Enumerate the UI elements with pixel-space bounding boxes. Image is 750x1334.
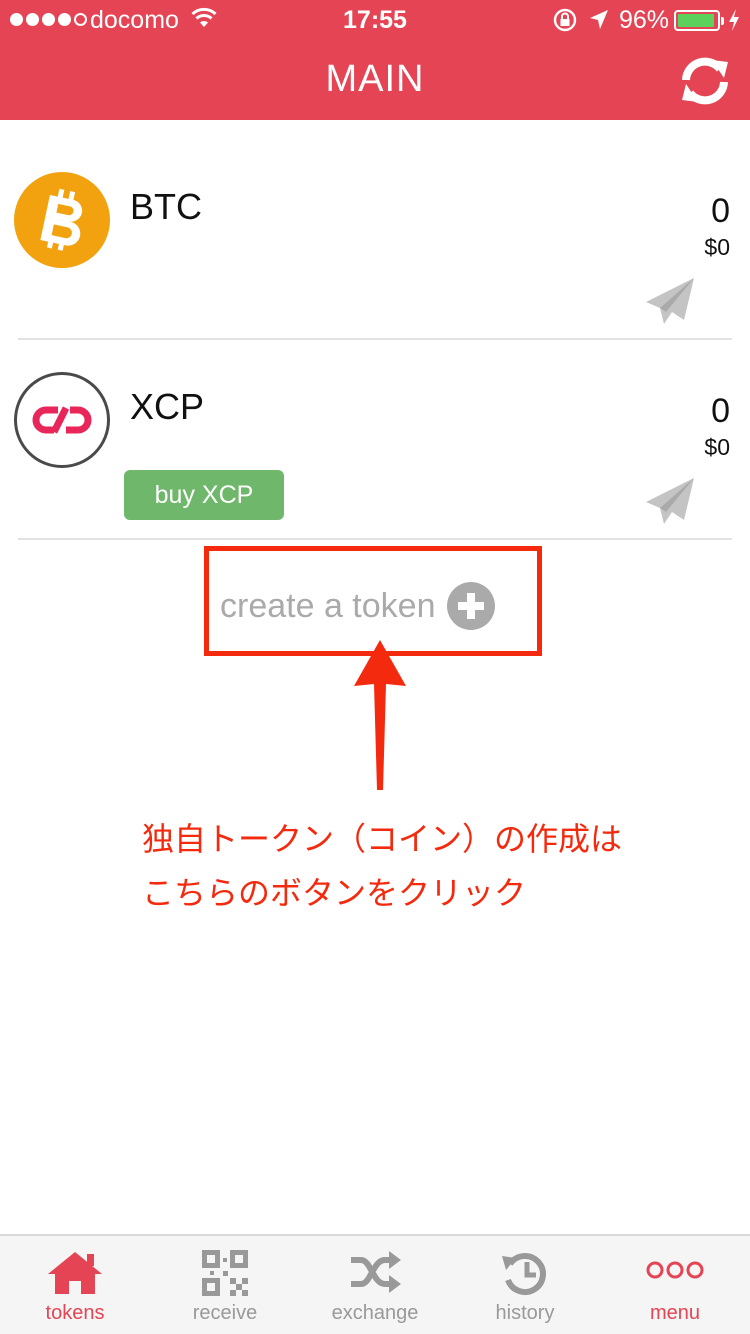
token-balance: 0 (711, 392, 730, 430)
annotation-arrow (354, 640, 406, 790)
shuffle-icon (351, 1251, 401, 1293)
send-icon[interactable] (644, 476, 696, 528)
page-title: MAIN (325, 58, 425, 100)
tab-exchange[interactable]: exchange (300, 1236, 450, 1334)
tab-label: receive (192, 1302, 258, 1324)
tab-tokens[interactable]: tokens (0, 1236, 150, 1334)
token-usd-value: $0 (704, 234, 730, 260)
location-arrow-icon (590, 10, 608, 29)
qr-code-icon (202, 1250, 248, 1296)
counterparty-icon (14, 372, 110, 468)
annotation-line-1: 独自トークン（コイン）の作成は (142, 821, 623, 857)
status-bar: docomo 17:55 96% (0, 0, 750, 40)
tab-label: menu (649, 1302, 701, 1324)
token-row-xcp[interactable]: XCP 0 $0 buy XCP (0, 340, 750, 540)
more-icon (646, 1261, 704, 1279)
home-icon (48, 1252, 102, 1294)
bitcoin-icon (14, 172, 110, 268)
tab-label: exchange (331, 1302, 419, 1324)
token-balance: 0 (711, 192, 730, 230)
tab-receive[interactable]: receive (150, 1236, 300, 1334)
tab-history[interactable]: history (450, 1236, 600, 1334)
history-icon (502, 1253, 546, 1295)
tab-label: history (495, 1302, 555, 1324)
battery-percent: 96% (619, 6, 670, 34)
send-icon[interactable] (644, 276, 696, 328)
annotation-line-2: こちらのボタンをクリック (142, 875, 527, 911)
app-header: docomo 17:55 96% MAIN (0, 0, 750, 120)
annotation-text: 独自トークン（コイン）の作成は こちらのボタンをクリック (142, 812, 662, 920)
buy-xcp-button[interactable]: buy XCP (124, 470, 284, 520)
tab-bar: tokens receive exchange history menu (0, 1234, 750, 1334)
token-usd-value: $0 (704, 434, 730, 460)
token-name: XCP (130, 386, 205, 427)
token-name: BTC (130, 186, 202, 227)
charging-bolt-icon (729, 9, 739, 31)
row-divider (18, 538, 732, 540)
rotation-lock-icon (553, 8, 577, 32)
refresh-icon[interactable] (676, 52, 734, 110)
tab-menu[interactable]: menu (600, 1236, 750, 1334)
battery-icon (674, 10, 724, 31)
tab-label: tokens (45, 1302, 105, 1324)
token-row-btc[interactable]: BTC 0 $0 (0, 140, 750, 340)
